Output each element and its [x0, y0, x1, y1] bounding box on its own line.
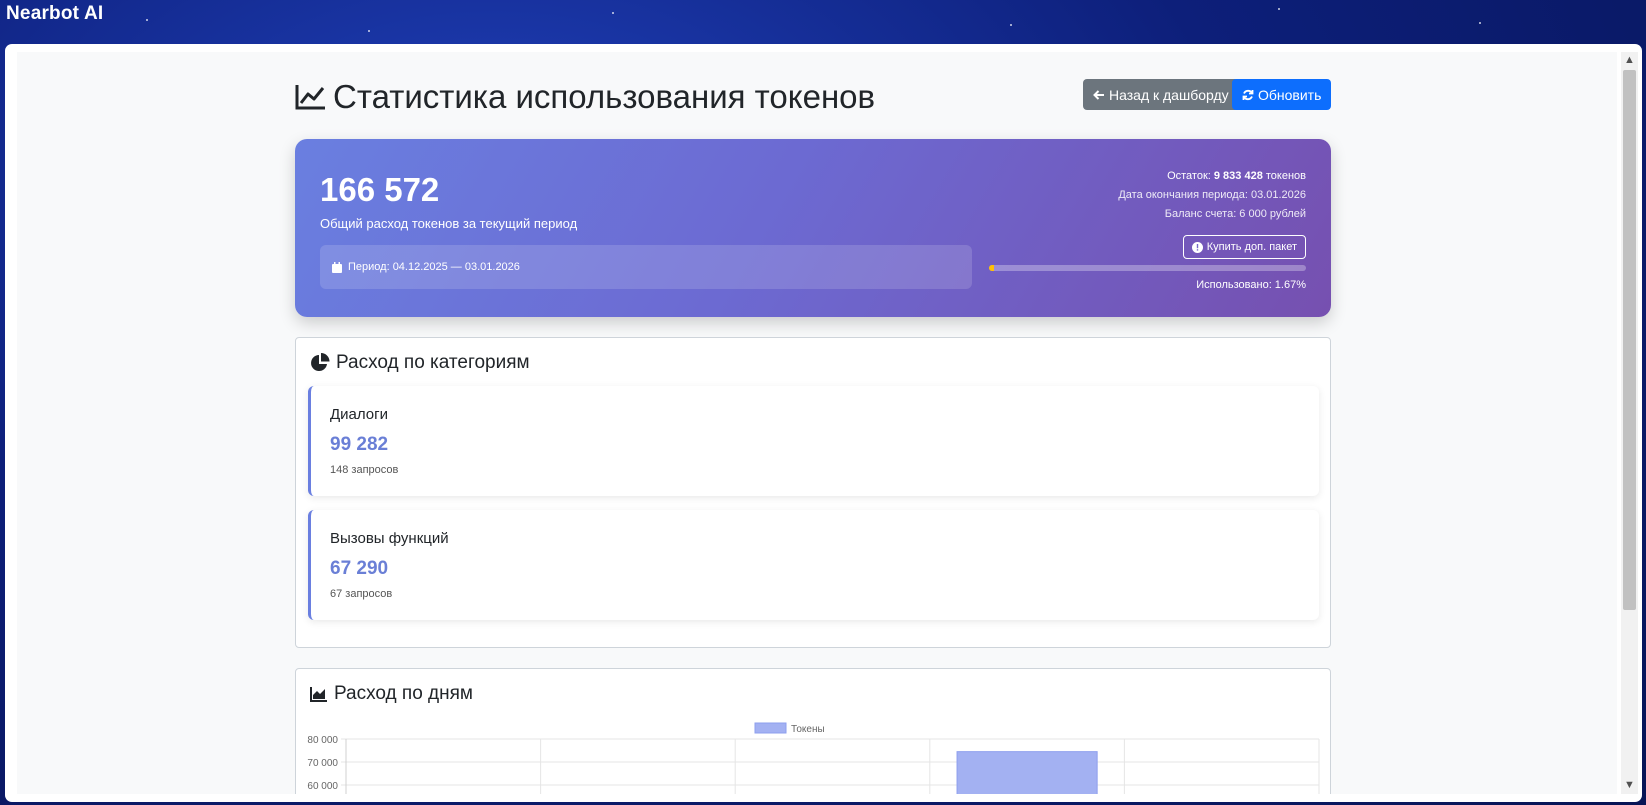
- remaining-value: 9 833 428: [1213, 170, 1263, 182]
- usage-summary-card: 166 572 Общий расход токенов за текущий …: [295, 139, 1331, 317]
- category-item-dialogs: Диалоги 99 282 148 запросов: [308, 386, 1319, 496]
- category-name: Вызовы функций: [330, 530, 449, 547]
- page-header: Статистика использования токенов Назад к…: [295, 52, 1332, 138]
- account-balance: Баланс счета: 6 000 рублей: [1164, 208, 1306, 220]
- chart-line-icon: [295, 85, 325, 110]
- category-requests: 67 запросов: [330, 588, 393, 600]
- summary-details: Остаток: 9 833 428 токенов Дата окончани…: [1118, 167, 1306, 224]
- period-end-date: Дата окончания периода: 03.01.2026: [1118, 189, 1306, 201]
- remaining-prefix: Остаток:: [1167, 170, 1211, 182]
- page-viewport: Статистика использования токенов Назад к…: [17, 52, 1617, 794]
- y-tick-label: 80 000: [307, 735, 338, 746]
- daily-usage-title-text: Расход по дням: [334, 683, 473, 704]
- buy-package-label: Купить доп. пакет: [1206, 241, 1297, 253]
- remaining-suffix: токенов: [1265, 170, 1306, 182]
- info-circle-icon: [1191, 241, 1203, 253]
- usage-progress-fill: [989, 265, 995, 271]
- category-name: Диалоги: [330, 406, 388, 423]
- y-tick-label: 70 000: [307, 758, 338, 769]
- usage-progress-bar: [989, 265, 1306, 271]
- period-box: Период: 04.12.2025 — 03.01.2026: [320, 245, 972, 289]
- category-value: 99 282: [330, 434, 389, 455]
- y-tick-label: 60 000: [307, 781, 338, 792]
- legend-swatch: [754, 722, 787, 734]
- category-requests: 148 запросов: [330, 464, 399, 476]
- buy-package-button[interactable]: Купить доп. пакет: [1182, 235, 1306, 259]
- refresh-icon: [1242, 89, 1254, 100]
- scrollbar-thumb[interactable]: [1623, 70, 1636, 610]
- daily-usage-chart: Токены 60 000 70 000 80 000: [296, 719, 1332, 794]
- content-container: Статистика использования токенов Назад к…: [295, 52, 1332, 794]
- total-usage-value: 166 572: [320, 171, 440, 208]
- arrow-left-icon: [1093, 89, 1104, 100]
- back-button-label: Назад к дашборду: [1109, 86, 1229, 103]
- calendar-icon: [332, 261, 342, 273]
- brand-logo: Nearbot AI: [6, 3, 104, 24]
- scroll-down-icon[interactable]: ▼: [1621, 777, 1638, 794]
- chart-bar: [956, 751, 1098, 794]
- category-item-function-calls: Вызовы функций 67 290 67 запросов: [308, 510, 1319, 620]
- pie-chart-icon: [311, 353, 330, 371]
- period-label: Период: 04.12.2025 — 03.01.2026: [348, 261, 520, 273]
- refresh-button-label: Обновить: [1258, 86, 1322, 103]
- area-chart-icon: [310, 687, 327, 702]
- daily-usage-card: Расход по дням Токены 60 000 70 000 80 000: [295, 668, 1331, 794]
- legend-label: Токены: [791, 724, 825, 735]
- page-title-text: Статистика использования токенов: [333, 78, 876, 115]
- refresh-button[interactable]: Обновить: [1232, 79, 1332, 110]
- vertical-scrollbar[interactable]: ▲ ▼: [1621, 52, 1638, 794]
- category-value: 67 290: [330, 558, 389, 579]
- daily-usage-chart-svg: Токены 60 000 70 000 80 000: [307, 722, 1320, 794]
- categories-card: Расход по категориям Диалоги 99 282 148 …: [295, 337, 1331, 648]
- used-percentage: Использовано: 1.67%: [1196, 279, 1306, 291]
- daily-usage-title: Расход по дням: [310, 683, 473, 705]
- total-usage-description: Общий расход токенов за текущий период: [320, 216, 578, 231]
- page-title: Статистика использования токенов: [295, 78, 875, 116]
- categories-title-text: Расход по категориям: [336, 352, 530, 373]
- remaining-tokens: Остаток: 9 833 428 токенов: [1118, 167, 1306, 186]
- scroll-up-icon[interactable]: ▲: [1621, 52, 1638, 69]
- browser-window: Статистика использования токенов Назад к…: [5, 44, 1642, 802]
- back-to-dashboard-button[interactable]: Назад к дашборду: [1083, 79, 1239, 110]
- categories-title: Расход по категориям: [310, 352, 530, 374]
